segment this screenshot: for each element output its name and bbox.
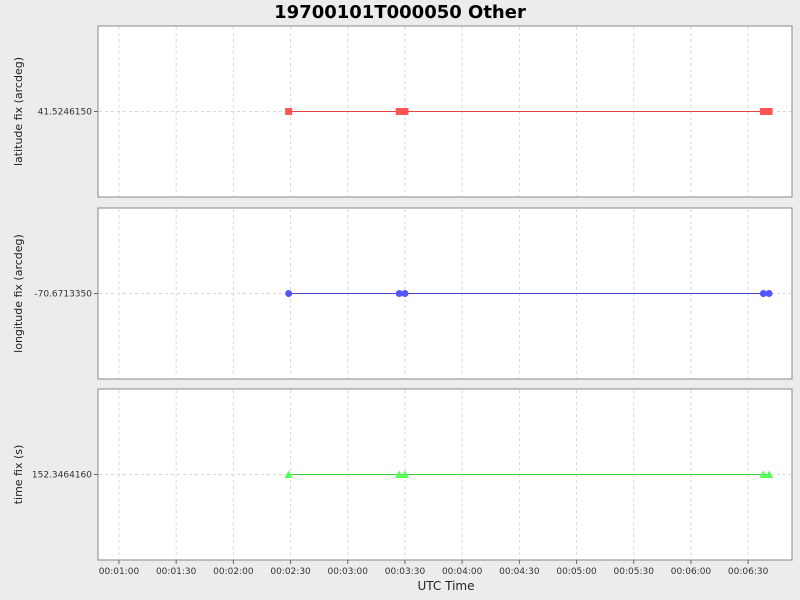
panel-2: -70.6713350 longitude fix (arcdeg) [12,207,793,380]
plot-panels: 41.5246150 latitude fix (arcdeg) -70.67133… [12,25,793,561]
y-tick-label: -70.6713350 [34,290,92,300]
y-axis-label: time fix (s) [12,445,25,505]
x-tick-label: 00:06:00 [671,567,712,577]
data-point [401,108,409,115]
x-tick-label: 00:02:30 [270,567,311,577]
data-point [765,290,773,297]
x-tick-label: 00:05:00 [556,567,597,577]
x-tick-label: 00:04:00 [442,567,483,577]
chart-title: 19700101T000050 Other [274,2,526,23]
x-tick-label: 00:04:30 [499,567,540,577]
y-tick-label: 152.3464160 [32,471,92,481]
panel-1: 41.5246150 latitude fix (arcdeg) [12,25,793,198]
x-tick-label: 00:03:00 [328,567,369,577]
x-tick-label: 00:01:30 [156,567,197,577]
x-tick-label: 00:02:00 [213,567,254,577]
x-axis-label: UTC Time [418,579,475,593]
y-tick-label: 41.5246150 [38,108,93,118]
x-tick-label: 00:03:30 [385,567,426,577]
data-point [765,108,773,115]
chart: 19700101T000050 Other UTC Time 41.524615… [12,2,793,593]
x-axis-ticks: 00:01:00 00:01:30 00:02:00 00:02:30 00:03:00… [99,560,769,577]
data-point [285,108,293,115]
x-tick-label: 00:06:30 [728,567,769,577]
data-point [285,290,293,297]
y-axis-label: latitude fix (arcdeg) [12,57,25,166]
x-tick-label: 00:05:30 [614,567,655,577]
x-tick-label: 00:01:00 [99,567,140,577]
panel-3: 152.3464160 time fix (s) [12,388,793,561]
y-axis-label: longitude fix (arcdeg) [12,234,25,353]
data-point [401,290,409,297]
